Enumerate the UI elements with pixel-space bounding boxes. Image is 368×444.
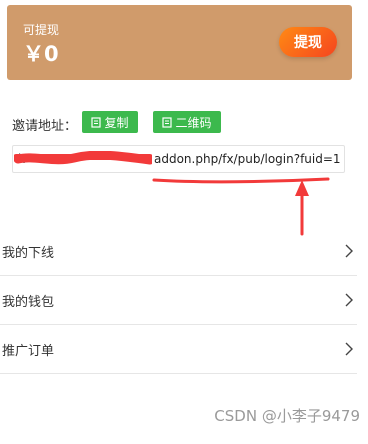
balance-card: 可提现 ￥0 提现 (7, 5, 352, 80)
invite-address-label: 邀请地址： (12, 119, 78, 134)
invite-url-prefix: h (18, 152, 26, 166)
menu-item-downline[interactable]: 我的下线 (0, 227, 357, 276)
chevron-right-icon (345, 244, 353, 258)
watermark: CSDN @小李子9479 (214, 407, 360, 425)
copy-button[interactable]: 复制 (82, 111, 138, 133)
copy-button-label: 复制 (104, 115, 129, 130)
chevron-right-icon (345, 342, 353, 356)
menu-item-wallet[interactable]: 我的钱包 (0, 276, 357, 325)
chevron-right-icon (345, 293, 353, 307)
menu-item-promo-orders[interactable]: 推广订单 (0, 325, 357, 374)
menu-item-label: 我的钱包 (2, 294, 55, 310)
invite-url-field[interactable]: h addon.php/fx/pub/login?fuid=1 (12, 145, 345, 173)
balance-amount: ￥0 (23, 42, 59, 66)
balance-label: 可提现 (23, 23, 60, 37)
copy-icon (91, 116, 102, 128)
withdraw-button[interactable]: 提现 (279, 27, 337, 57)
qrcode-button-label: 二维码 (175, 115, 212, 130)
menu-item-label: 我的下线 (2, 245, 55, 261)
qrcode-button[interactable]: 二维码 (153, 111, 221, 133)
invite-url-text: addon.php/fx/pub/login?fuid=1 (154, 152, 341, 166)
menu-item-label: 推广订单 (2, 343, 55, 359)
qrcode-icon (162, 116, 173, 128)
menu-list: 我的下线 我的钱包 推广订单 (0, 227, 357, 374)
annotation-underline (152, 177, 330, 184)
